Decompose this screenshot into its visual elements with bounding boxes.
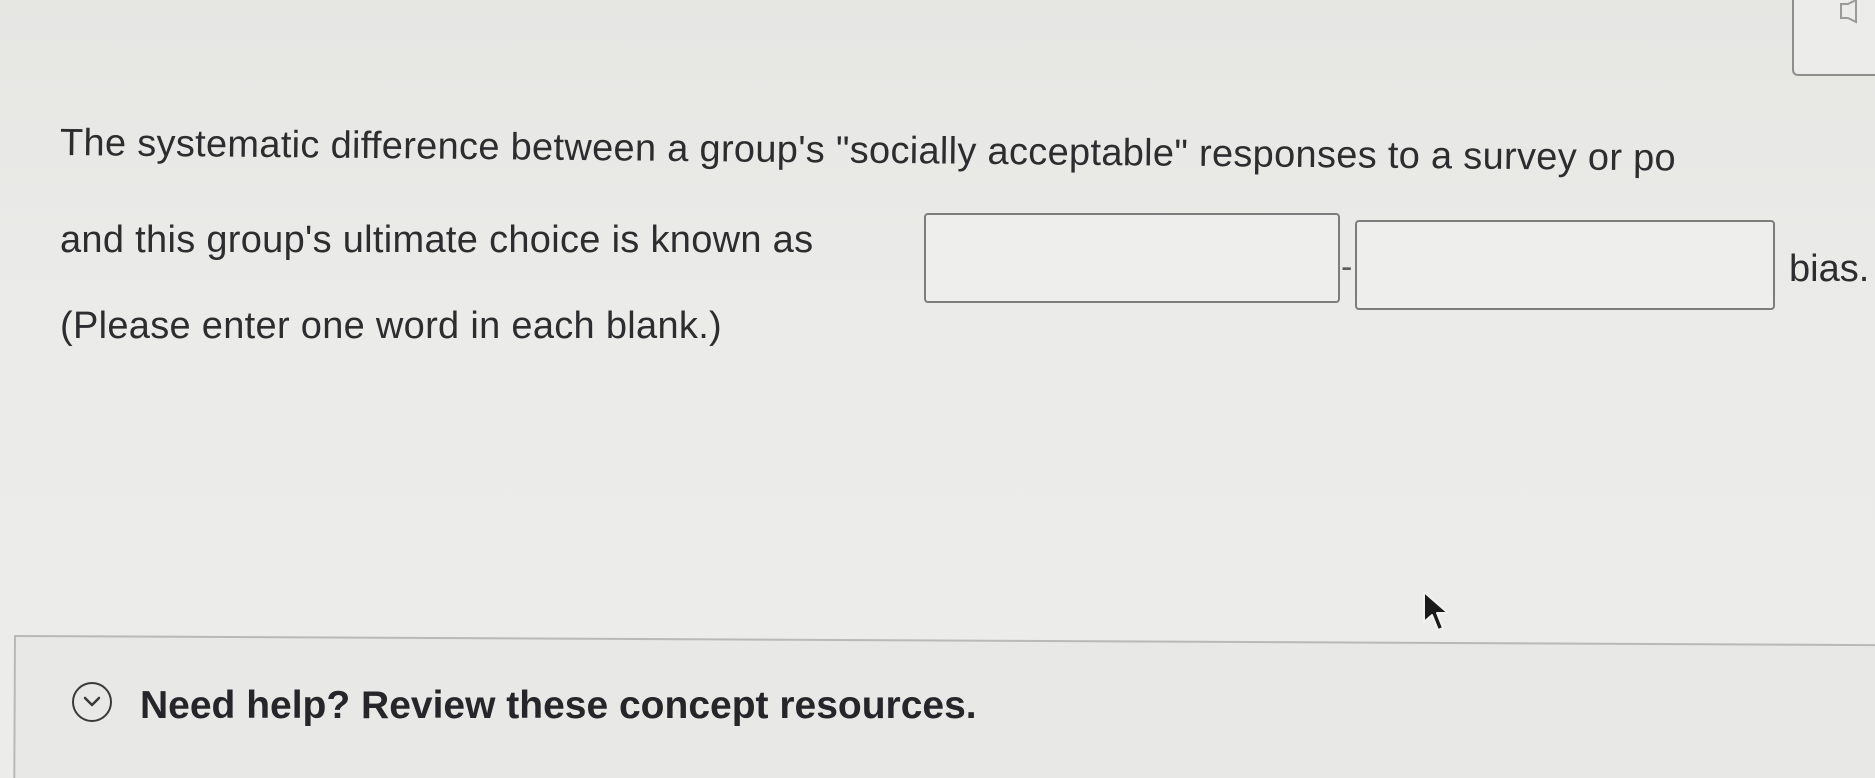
question-suffix: bias. [1789, 248, 1870, 290]
speaker-icon [1840, 0, 1857, 24]
question-page: The systematic difference between a grou… [0, 0, 1875, 778]
answer-blank-1[interactable] [924, 213, 1340, 303]
mouse-pointer-icon [1423, 591, 1449, 631]
answer-blank-2[interactable] [1355, 220, 1775, 310]
question-instructions: (Please enter one word in each blank.) [60, 305, 723, 347]
blank-separator: - [1341, 248, 1353, 286]
help-resources-link[interactable]: Need help? Review these concept resource… [140, 684, 977, 728]
help-toggle-button[interactable] [72, 682, 112, 722]
question-text-line-2: and this group's ultimate choice is know… [60, 219, 814, 261]
chevron-down-icon [83, 696, 101, 707]
question-text-line-1: The systematic difference between a grou… [59, 122, 1677, 180]
